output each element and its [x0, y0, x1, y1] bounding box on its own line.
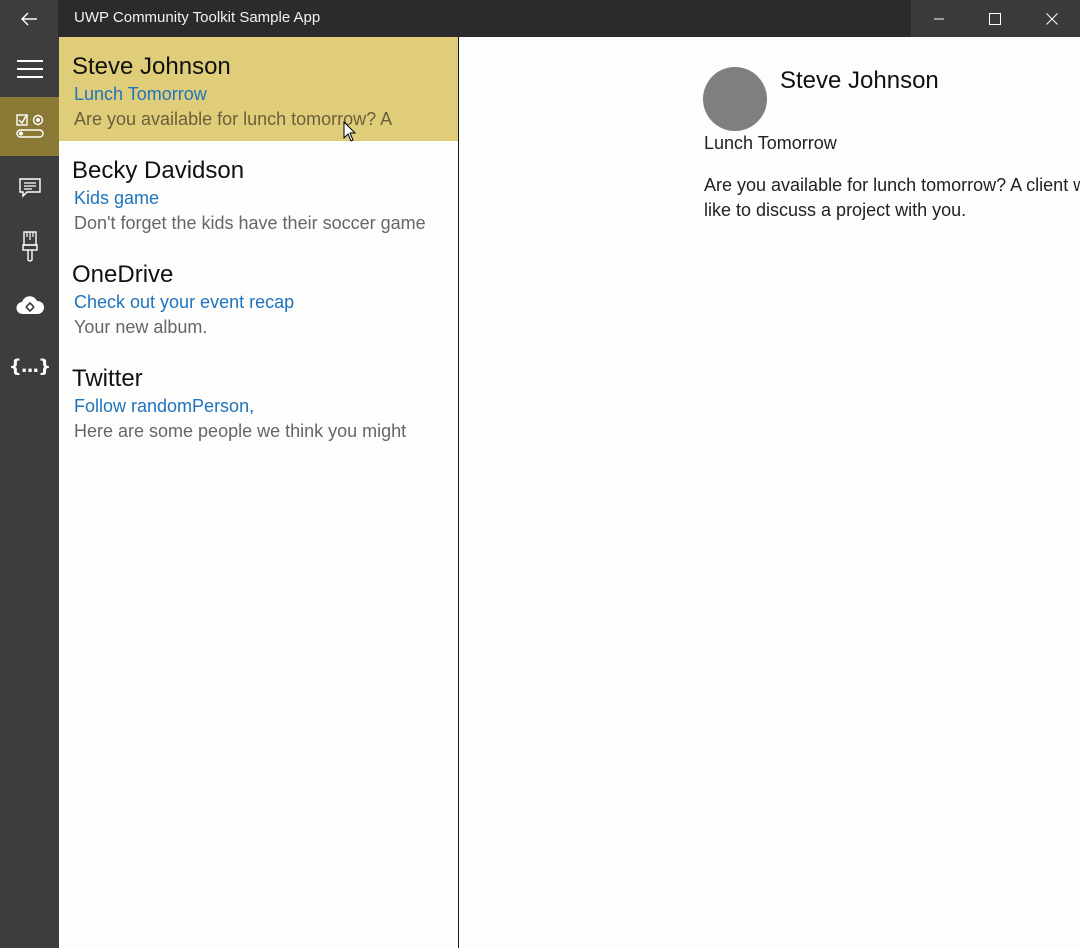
nav-item-services[interactable] — [0, 276, 59, 335]
title-bar: UWP Community Toolkit Sample App — [0, 0, 1080, 37]
list-item-preview: Are you available for lunch tomorrow? A — [74, 109, 393, 129]
nav-item-brushes[interactable] — [0, 217, 59, 276]
list-item-from: Steve Johnson — [72, 53, 231, 80]
list-item-from: OneDrive — [72, 261, 174, 288]
nav-item-notifications[interactable] — [0, 158, 59, 217]
back-arrow-icon — [21, 12, 37, 25]
controls-icon — [15, 113, 44, 138]
maximize-icon — [989, 12, 1001, 25]
close-button[interactable] — [1023, 0, 1080, 37]
hamburger-menu-button[interactable] — [0, 39, 59, 98]
list-item-preview: Your new album. — [74, 317, 208, 337]
close-icon — [1045, 12, 1058, 25]
brush-icon — [21, 230, 38, 262]
detail-pane: Steve Johnson Lunch Tomorrow Are you ava… — [459, 37, 1080, 948]
nav-item-controls[interactable] — [0, 97, 59, 156]
list-item-subject: Lunch Tomorrow — [74, 84, 207, 104]
list-item-subject: Follow randomPerson, — [74, 396, 255, 416]
window-caption-buttons — [911, 0, 1080, 37]
back-button[interactable] — [0, 0, 58, 37]
notifications-icon — [18, 177, 41, 198]
list-item[interactable]: Steve Johnson Lunch Tomorrow Are you ava… — [59, 37, 458, 141]
list-item[interactable]: OneDrive Check out your event recap Your… — [59, 245, 458, 349]
minimize-button[interactable] — [911, 0, 967, 37]
list-item-preview: Here are some people we think you might — [74, 421, 407, 441]
avatar — [703, 67, 767, 131]
nav-item-developer[interactable]: {...} — [0, 337, 59, 396]
detail-from: Steve Johnson — [780, 67, 939, 94]
cloud-services-icon — [16, 295, 44, 314]
list-item-from: Twitter — [72, 365, 143, 392]
hamburger-menu-icon — [16, 59, 43, 78]
list-item[interactable]: Becky Davidson Kids game Don't forget th… — [59, 141, 458, 245]
list-item-subject: Check out your event recap — [74, 292, 295, 312]
nav-rail: {...} — [0, 37, 59, 948]
app-title: UWP Community Toolkit Sample App — [74, 9, 321, 26]
list-item[interactable]: Twitter Follow randomPerson, Here are so… — [59, 349, 458, 453]
braces-icon: {...} — [8, 356, 51, 377]
message-list: Steve Johnson Lunch Tomorrow Are you ava… — [59, 37, 459, 948]
maximize-button[interactable] — [967, 0, 1023, 37]
list-item-preview: Don't forget the kids have their soccer … — [74, 213, 426, 233]
list-item-from: Becky Davidson — [72, 157, 245, 184]
detail-body: Are you available for lunch tomorrow? A … — [704, 175, 1080, 220]
mouse-cursor-icon — [343, 121, 357, 142]
detail-subject: Lunch Tomorrow — [704, 133, 837, 153]
minimize-icon — [934, 18, 944, 19]
list-item-subject: Kids game — [74, 188, 160, 208]
